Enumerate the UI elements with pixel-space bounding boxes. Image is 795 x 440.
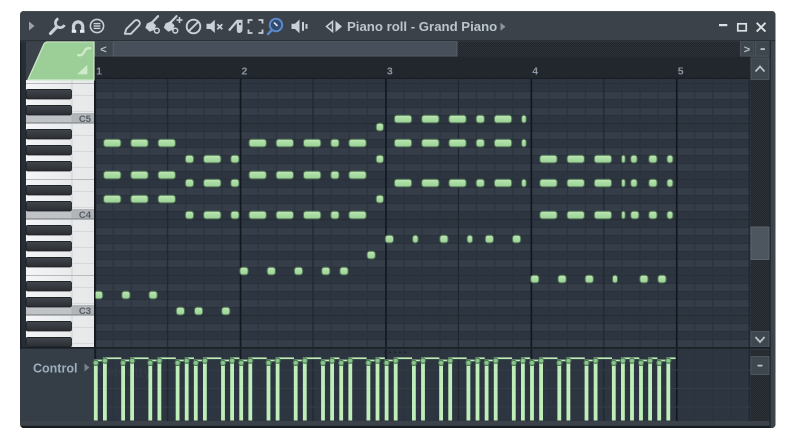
- svg-text:3: 3: [387, 65, 393, 77]
- svg-text:Control: Control: [33, 362, 77, 376]
- svg-text:4: 4: [532, 65, 538, 77]
- svg-text:>: >: [744, 44, 750, 56]
- svg-text:C4: C4: [79, 210, 92, 221]
- svg-text:Piano roll - Grand Piano: Piano roll - Grand Piano: [347, 19, 497, 34]
- svg-text:1: 1: [96, 65, 102, 77]
- svg-text:5: 5: [678, 65, 684, 77]
- svg-text:C3: C3: [79, 306, 91, 317]
- svg-text:<: <: [100, 44, 106, 56]
- svg-text:C5: C5: [79, 114, 92, 125]
- svg-text:2: 2: [242, 65, 248, 77]
